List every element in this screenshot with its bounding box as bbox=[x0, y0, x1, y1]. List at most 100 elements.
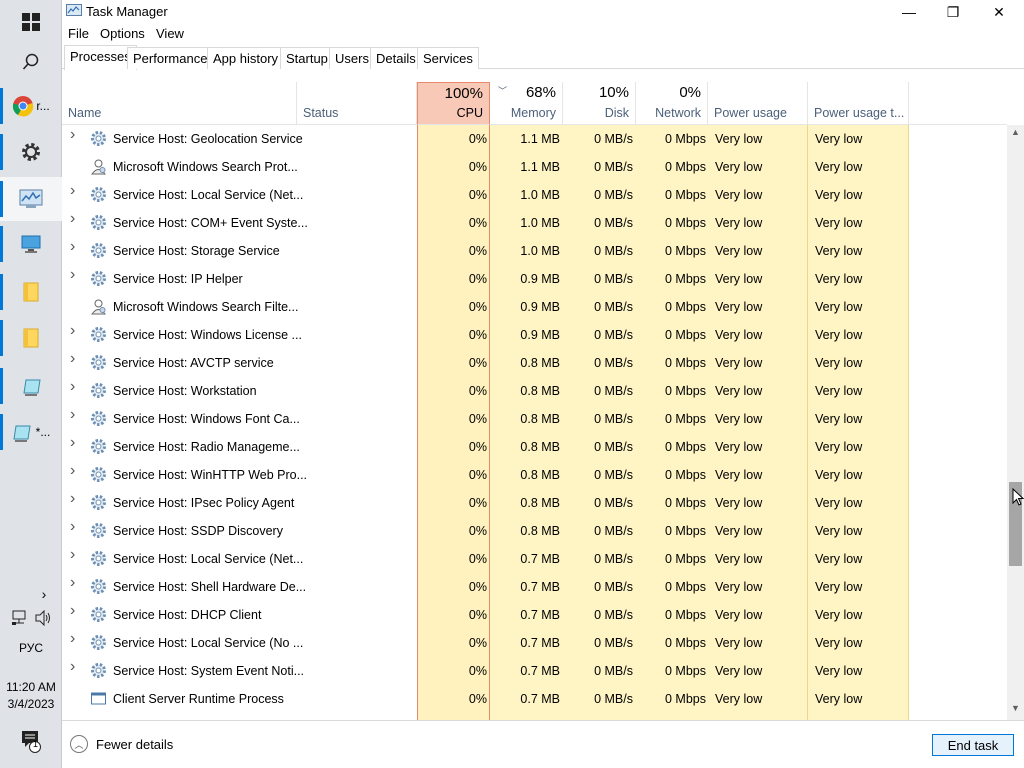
expand-chevron-icon[interactable]: › bbox=[70, 182, 75, 200]
disk-cell: 0 MB/s bbox=[594, 440, 633, 454]
tab-details[interactable]: Details bbox=[370, 47, 422, 69]
process-row[interactable]: › Service Host: COM+ Event Syste... 0% 1.0 … bbox=[62, 209, 1007, 237]
taskbar-folder-1[interactable] bbox=[0, 270, 62, 314]
column-header-status[interactable]: Status bbox=[297, 82, 417, 125]
tab-startup[interactable]: Startup bbox=[280, 47, 334, 69]
disk-cell: 0 MB/s bbox=[594, 608, 633, 622]
tab-services[interactable]: Services bbox=[417, 47, 479, 69]
power-usage-trend-cell: Very low bbox=[815, 636, 863, 650]
taskbar-chrome[interactable]: r... bbox=[0, 84, 62, 128]
column-header-memory[interactable]: ﹀ 68% Memory bbox=[490, 82, 563, 125]
vertical-scrollbar[interactable]: ▲ ▼ bbox=[1007, 125, 1024, 720]
clock-time[interactable]: 11:20 AM bbox=[0, 680, 62, 694]
process-row[interactable]: › Service Host: Storage Service 0% 1.0 MB 0 … bbox=[62, 237, 1007, 265]
process-row[interactable]: › Service Host: Local Service (Net... 0% 0.… bbox=[62, 545, 1007, 573]
power-usage-cell: Very low bbox=[715, 160, 763, 174]
cpu-cell: 0% bbox=[468, 188, 487, 202]
expand-chevron-icon[interactable]: › bbox=[70, 406, 75, 424]
process-row[interactable]: › Service Host: Radio Manageme... 0% 0.8 MB… bbox=[62, 433, 1007, 461]
network-status-button[interactable] bbox=[10, 610, 30, 629]
expand-chevron-icon[interactable]: › bbox=[70, 378, 75, 396]
process-row[interactable]: › Service Host: Local Service (No ... 0% 0.… bbox=[62, 629, 1007, 657]
power-usage-trend-cell: Very low bbox=[815, 524, 863, 538]
title-bar[interactable]: Task Manager — ❐ ✕ bbox=[62, 0, 1024, 24]
column-header-name[interactable]: Name bbox=[62, 82, 297, 125]
language-indicator[interactable]: РУС bbox=[0, 641, 62, 655]
process-row[interactable]: Microsoft Windows Search Filte... 0% 0.9 M… bbox=[62, 293, 1007, 321]
process-row[interactable]: › Service Host: DHCP Client 0% 0.7 MB 0 MB/s… bbox=[62, 601, 1007, 629]
tab-performance[interactable]: Performance bbox=[127, 47, 214, 69]
expand-chevron-icon[interactable]: › bbox=[70, 574, 75, 592]
volume-button[interactable] bbox=[34, 609, 54, 629]
close-button[interactable]: ✕ bbox=[976, 0, 1022, 24]
process-row[interactable]: › Service Host: Local Service (Net... 0% 1.… bbox=[62, 181, 1007, 209]
process-row[interactable]: › Service Host: IPsec Policy Agent 0% 0.8 M… bbox=[62, 489, 1007, 517]
expand-chevron-icon[interactable]: › bbox=[70, 490, 75, 508]
process-row[interactable]: › Service Host: Windows Font Ca... 0% 0.8 M… bbox=[62, 405, 1007, 433]
tab-users[interactable]: Users bbox=[329, 47, 375, 69]
taskbar-settings[interactable] bbox=[0, 130, 62, 174]
taskbar-notepad-unsaved[interactable]: *... bbox=[0, 410, 62, 454]
process-name: Service Host: IPsec Policy Agent bbox=[113, 496, 295, 510]
network-cell: 0 Mbps bbox=[665, 300, 706, 314]
clock-date[interactable]: 3/4/2023 bbox=[0, 697, 62, 711]
expand-chevron-icon[interactable]: › bbox=[70, 630, 75, 648]
column-header-network[interactable]: 0% Network bbox=[636, 82, 708, 125]
column-header-power-usage-trend[interactable]: Power usage t... bbox=[808, 82, 909, 125]
expand-chevron-icon[interactable]: › bbox=[70, 126, 75, 144]
taskbar-notepad[interactable] bbox=[0, 364, 62, 408]
maximize-button[interactable]: ❐ bbox=[930, 0, 976, 24]
task-manager-window: Task Manager — ❐ ✕ File Options View Pro… bbox=[62, 0, 1024, 768]
expand-chevron-icon[interactable]: › bbox=[70, 210, 75, 228]
tab-app-history[interactable]: App history bbox=[207, 47, 285, 69]
expand-chevron-icon[interactable]: › bbox=[70, 266, 75, 284]
tab-processes[interactable]: Processes bbox=[64, 45, 137, 70]
process-row[interactable]: › Service Host: Shell Hardware De... 0% 0.7… bbox=[62, 573, 1007, 601]
scroll-up-button[interactable]: ▲ bbox=[1007, 127, 1024, 144]
process-row[interactable]: Microsoft Windows Search Prot... 0% 1.1 MB… bbox=[62, 153, 1007, 181]
process-row[interactable]: › Service Host: IP Helper 0% 0.9 MB 0 MB/s 0 … bbox=[62, 265, 1007, 293]
menu-options[interactable]: Options bbox=[100, 26, 145, 41]
power-usage-trend-cell: Very low bbox=[815, 496, 863, 510]
expand-chevron-icon[interactable]: › bbox=[70, 658, 75, 676]
action-center-button[interactable]: 1 bbox=[0, 728, 62, 756]
menu-view[interactable]: View bbox=[156, 26, 184, 41]
process-row[interactable]: › Service Host: AVCTP service 0% 0.8 MB 0 MB… bbox=[62, 349, 1007, 377]
expand-chevron-icon[interactable]: › bbox=[70, 434, 75, 452]
process-name: Client Server Runtime Process bbox=[113, 692, 284, 706]
process-row[interactable]: › Service Host: Workstation 0% 0.8 MB 0 MB/s… bbox=[62, 377, 1007, 405]
column-header-power-usage[interactable]: Power usage bbox=[708, 82, 808, 125]
start-button[interactable] bbox=[0, 0, 62, 44]
end-task-button[interactable]: End task bbox=[932, 734, 1014, 756]
expand-chevron-icon[interactable]: › bbox=[70, 518, 75, 536]
scroll-down-button[interactable]: ▼ bbox=[1007, 703, 1024, 720]
taskbar-folder-2[interactable] bbox=[0, 316, 62, 360]
fewer-details-button[interactable]: ︿ Fewer details bbox=[70, 735, 173, 753]
taskbar-this-pc[interactable] bbox=[0, 222, 62, 266]
minimize-button[interactable]: — bbox=[886, 0, 932, 24]
column-header-disk[interactable]: 10% Disk bbox=[563, 82, 636, 125]
process-row[interactable]: › Service Host: System Event Noti... 0% 0.7… bbox=[62, 657, 1007, 685]
network-cell: 0 Mbps bbox=[665, 328, 706, 342]
expand-chevron-icon[interactable]: › bbox=[70, 350, 75, 368]
cpu-cell: 0% bbox=[468, 440, 487, 454]
expand-chevron-icon[interactable]: › bbox=[70, 462, 75, 480]
taskbar-task-manager[interactable] bbox=[0, 177, 62, 221]
menu-file[interactable]: File bbox=[68, 26, 89, 41]
expand-chevron-icon[interactable]: › bbox=[70, 238, 75, 256]
disk-cell: 0 MB/s bbox=[594, 132, 633, 146]
process-row[interactable]: › Service Host: Geolocation Service 0% 1.1 … bbox=[62, 125, 1007, 153]
expand-chevron-icon[interactable]: › bbox=[70, 602, 75, 620]
search-button[interactable] bbox=[0, 40, 62, 84]
memory-cell: 1.0 MB bbox=[520, 188, 560, 202]
process-row[interactable]: › Service Host: Windows License ... 0% 0.9 … bbox=[62, 321, 1007, 349]
column-header-cpu[interactable]: 100% CPU bbox=[417, 82, 490, 125]
memory-cell: 0.8 MB bbox=[520, 412, 560, 426]
process-row[interactable]: Client Server Runtime Process 0% 0.7 MB 0 M… bbox=[62, 685, 1007, 713]
process-row[interactable]: › Service Host: SSDP Discovery 0% 0.8 MB 0 M… bbox=[62, 517, 1007, 545]
show-hidden-icons-button[interactable]: › bbox=[34, 586, 54, 602]
expand-chevron-icon[interactable]: › bbox=[70, 546, 75, 564]
process-row[interactable]: › Service Host: WinHTTP Web Pro... 0% 0.8 M… bbox=[62, 461, 1007, 489]
cpu-cell: 0% bbox=[468, 608, 487, 622]
expand-chevron-icon[interactable]: › bbox=[70, 322, 75, 340]
